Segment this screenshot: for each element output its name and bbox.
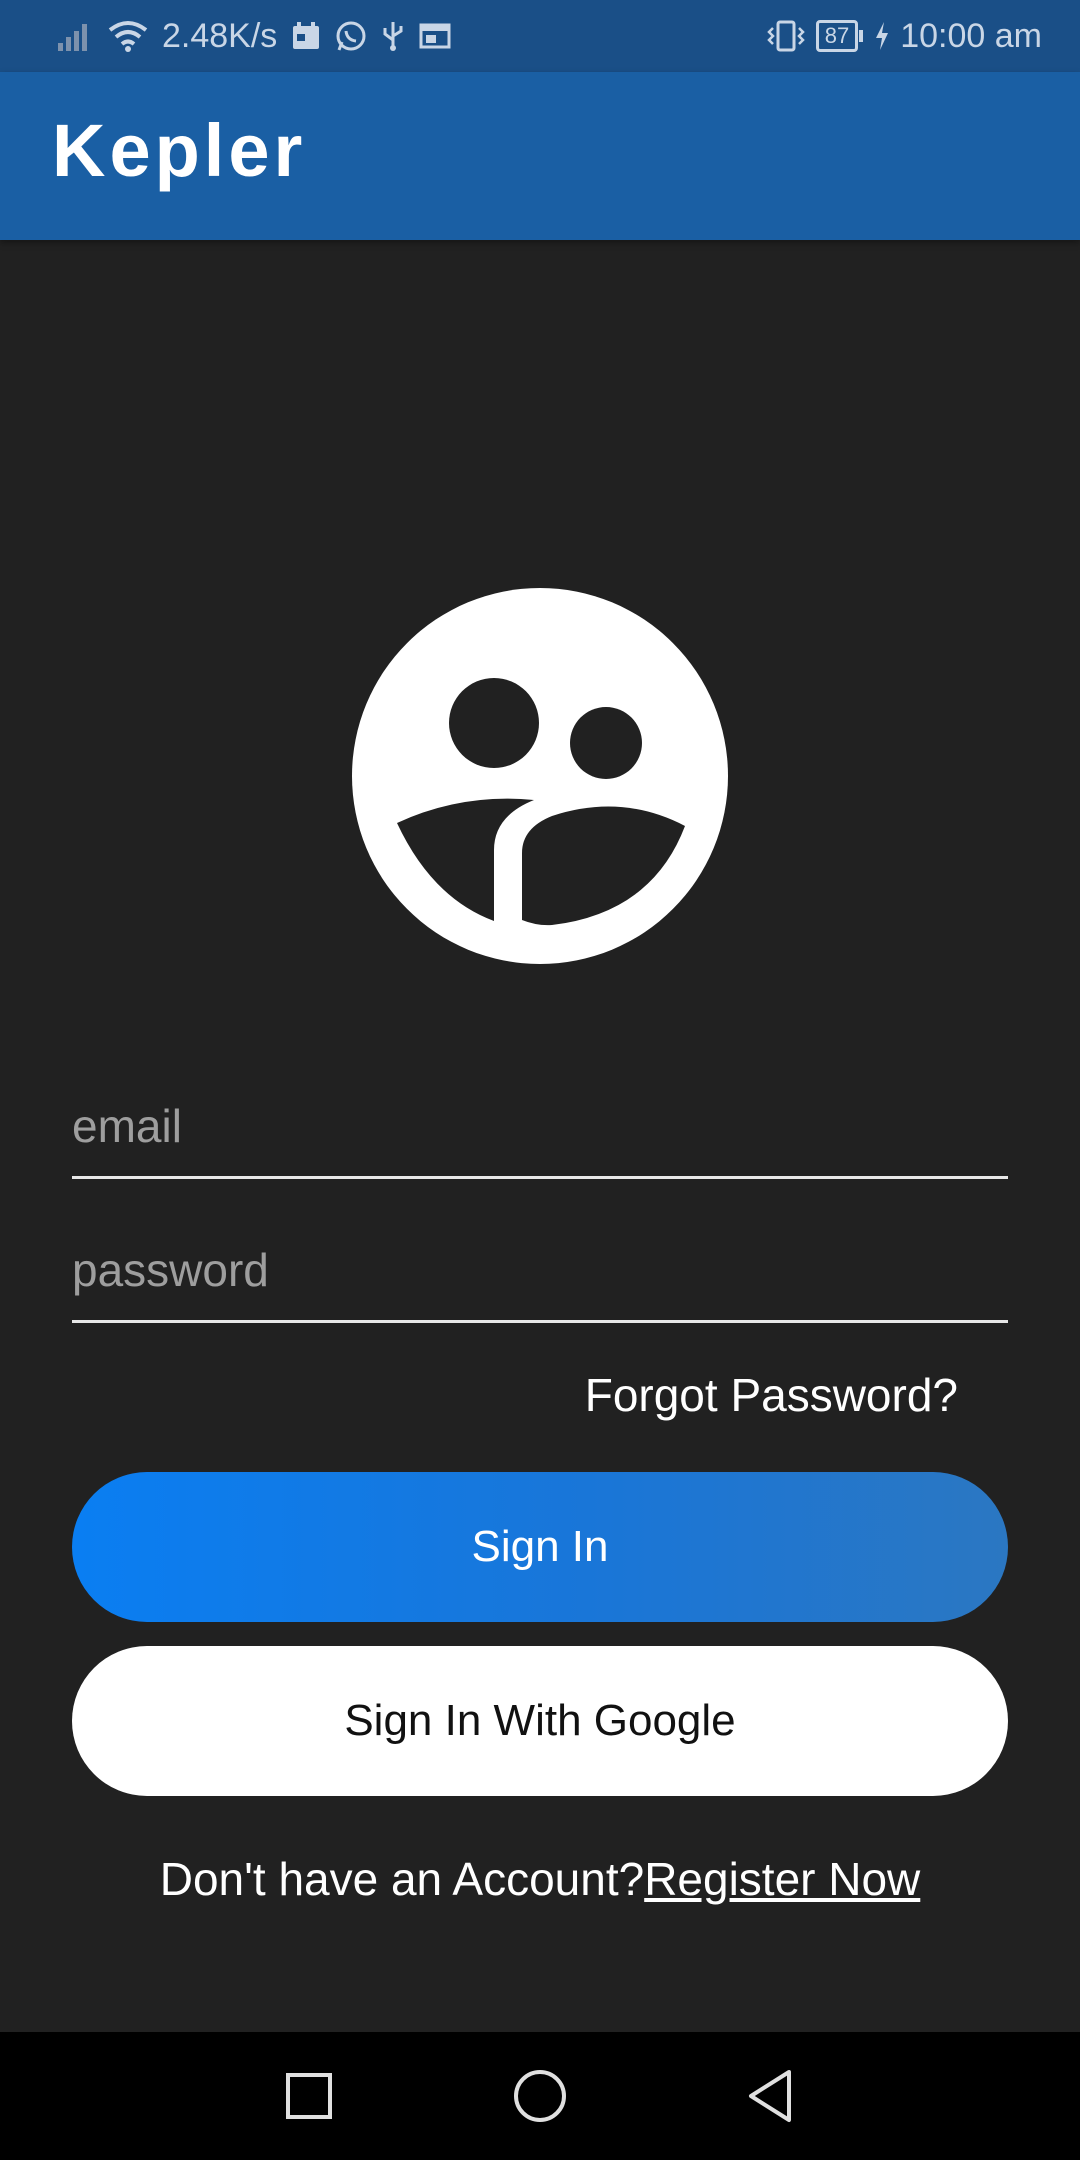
email-input[interactable] (72, 1076, 1008, 1176)
status-bar-right: 87 10:00 am (766, 0, 1042, 72)
sign-in-button[interactable]: Sign In (72, 1472, 1008, 1622)
signal-icon (58, 21, 94, 51)
window-icon (419, 22, 451, 50)
users-logo-icon (352, 588, 728, 964)
battery-icon: 87 (815, 20, 864, 52)
recents-square-icon[interactable] (279, 2066, 339, 2126)
email-field[interactable] (72, 1076, 1008, 1179)
status-bar-left: 2.48K/s (58, 0, 451, 72)
clock: 10:00 am (900, 16, 1042, 55)
charging-icon (874, 21, 890, 51)
usb-icon (381, 20, 405, 52)
app-title: Kepler (52, 109, 307, 192)
password-field[interactable] (72, 1220, 1008, 1323)
back-triangle-icon[interactable] (740, 2066, 800, 2126)
navigation-bar (0, 2032, 1080, 2160)
no-account-text: Don't have an Account? (159, 1853, 645, 1905)
password-input[interactable] (72, 1220, 1008, 1320)
register-prompt: Don't have an Account?Register Now (0, 1852, 1080, 1906)
register-now-link[interactable]: Register Now (644, 1853, 920, 1905)
network-speed: 2.48K/s (162, 16, 278, 55)
sign-in-label: Sign In (471, 1522, 609, 1571)
home-circle-icon[interactable] (510, 2066, 570, 2126)
status-bar: 2.48K/s 87 10:00 am (0, 0, 1080, 72)
wifi-icon (108, 20, 148, 52)
google-sign-in-label: Sign In With Google (344, 1696, 736, 1745)
google-sign-in-button[interactable]: Sign In With Google (72, 1646, 1008, 1796)
vibrate-icon (766, 20, 806, 52)
login-screen: 2.48K/s 87 10:00 am Kepler email Forgot … (0, 0, 1080, 2160)
calendar-icon (291, 21, 321, 51)
app-bar: Kepler (0, 72, 1080, 240)
forgot-password-link[interactable]: Forgot Password? (585, 1368, 958, 1422)
whatsapp-icon (335, 20, 367, 52)
